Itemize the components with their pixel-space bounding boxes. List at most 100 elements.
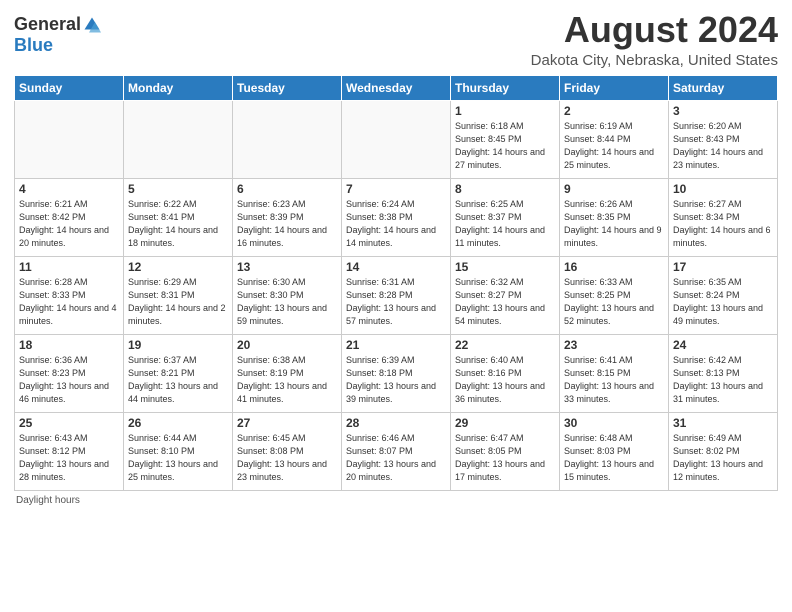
calendar-week-3: 18 Sunrise: 6:36 AMSunset: 8:23 PMDayligh… — [15, 334, 778, 412]
day-number: 19 — [128, 338, 228, 352]
day-info: Sunrise: 6:47 AMSunset: 8:05 PMDaylight:… — [455, 432, 555, 484]
day-info: Sunrise: 6:45 AMSunset: 8:08 PMDaylight:… — [237, 432, 337, 484]
day-info: Sunrise: 6:27 AMSunset: 8:34 PMDaylight:… — [673, 198, 773, 250]
calendar-cell: 17 Sunrise: 6:35 AMSunset: 8:24 PMDayligh… — [669, 256, 778, 334]
day-info: Sunrise: 6:32 AMSunset: 8:27 PMDaylight:… — [455, 276, 555, 328]
calendar-week-2: 11 Sunrise: 6:28 AMSunset: 8:33 PMDayligh… — [15, 256, 778, 334]
col-saturday: Saturday — [669, 75, 778, 100]
logo-icon — [83, 16, 101, 34]
calendar-cell — [342, 100, 451, 178]
col-wednesday: Wednesday — [342, 75, 451, 100]
day-number: 1 — [455, 104, 555, 118]
day-number: 7 — [346, 182, 446, 196]
day-number: 18 — [19, 338, 119, 352]
day-number: 17 — [673, 260, 773, 274]
day-info: Sunrise: 6:22 AMSunset: 8:41 PMDaylight:… — [128, 198, 228, 250]
col-tuesday: Tuesday — [233, 75, 342, 100]
day-number: 30 — [564, 416, 664, 430]
daylight-hours-label: Daylight hours — [16, 495, 80, 506]
calendar-cell: 16Sunrise: 6:33 AMSunset: 8:25 PMDayligh… — [560, 256, 669, 334]
day-number: 2 — [564, 104, 664, 118]
calendar-week-0: 1Sunrise: 6:18 AMSunset: 8:45 PMDaylight… — [15, 100, 778, 178]
footer: Daylight hours — [14, 495, 778, 506]
day-info: Sunrise: 6:41 AMSunset: 8:15 PMDaylight:… — [564, 354, 664, 406]
day-number: 11 — [19, 260, 119, 274]
day-number: 5 — [128, 182, 228, 196]
day-info: Sunrise: 6:40 AMSunset: 8:16 PMDaylight:… — [455, 354, 555, 406]
day-number: 9 — [564, 182, 664, 196]
calendar-cell: 6Sunrise: 6:23 AMSunset: 8:39 PMDaylight… — [233, 178, 342, 256]
day-number: 26 — [128, 416, 228, 430]
calendar-cell: 13 Sunrise: 6:30 AMSunset: 8:30 PMDayligh… — [233, 256, 342, 334]
day-info: Sunrise: 6:36 AMSunset: 8:23 PMDaylight:… — [19, 354, 119, 406]
day-number: 4 — [19, 182, 119, 196]
calendar-cell: 5 Sunrise: 6:22 AMSunset: 8:41 PMDaylight… — [124, 178, 233, 256]
day-info: Sunrise: 6:25 AMSunset: 8:37 PMDaylight:… — [455, 198, 555, 250]
calendar-week-4: 25Sunrise: 6:43 AMSunset: 8:12 PMDayligh… — [15, 412, 778, 490]
day-info: Sunrise: 6:33 AMSunset: 8:25 PMDaylight:… — [564, 276, 664, 328]
day-number: 15 — [455, 260, 555, 274]
calendar-cell: 19 Sunrise: 6:37 AMSunset: 8:21 PMDayligh… — [124, 334, 233, 412]
day-number: 27 — [237, 416, 337, 430]
day-info: Sunrise: 6:19 AMSunset: 8:44 PMDaylight:… — [564, 120, 664, 172]
calendar-cell: 14 Sunrise: 6:31 AMSunset: 8:28 PMDayligh… — [342, 256, 451, 334]
day-info: Sunrise: 6:26 AMSunset: 8:35 PMDaylight:… — [564, 198, 664, 250]
day-number: 13 — [237, 260, 337, 274]
day-info: Sunrise: 6:20 AMSunset: 8:43 PMDaylight:… — [673, 120, 773, 172]
day-number: 29 — [455, 416, 555, 430]
day-number: 24 — [673, 338, 773, 352]
day-info: Sunrise: 6:37 AMSunset: 8:21 PMDaylight:… — [128, 354, 228, 406]
col-thursday: Thursday — [451, 75, 560, 100]
day-info: Sunrise: 6:46 AMSunset: 8:07 PMDaylight:… — [346, 432, 446, 484]
calendar-cell: 30Sunrise: 6:48 AMSunset: 8:03 PMDayligh… — [560, 412, 669, 490]
col-sunday: Sunday — [15, 75, 124, 100]
calendar-week-1: 4Sunrise: 6:21 AMSunset: 8:42 PMDaylight… — [15, 178, 778, 256]
col-monday: Monday — [124, 75, 233, 100]
day-info: Sunrise: 6:29 AMSunset: 8:31 PMDaylight:… — [128, 276, 228, 328]
day-number: 3 — [673, 104, 773, 118]
calendar-cell: 3 Sunrise: 6:20 AMSunset: 8:43 PMDaylight… — [669, 100, 778, 178]
logo-general: General — [14, 14, 81, 35]
day-number: 6 — [237, 182, 337, 196]
calendar-cell: 24 Sunrise: 6:42 AMSunset: 8:13 PMDayligh… — [669, 334, 778, 412]
day-info: Sunrise: 6:24 AMSunset: 8:38 PMDaylight:… — [346, 198, 446, 250]
day-info: Sunrise: 6:38 AMSunset: 8:19 PMDaylight:… — [237, 354, 337, 406]
day-number: 21 — [346, 338, 446, 352]
calendar-cell: 27 Sunrise: 6:45 AMSunset: 8:08 PMDayligh… — [233, 412, 342, 490]
calendar-cell: 26 Sunrise: 6:44 AMSunset: 8:10 PMDayligh… — [124, 412, 233, 490]
calendar-cell — [15, 100, 124, 178]
calendar-cell: 23 Sunrise: 6:41 AMSunset: 8:15 PMDayligh… — [560, 334, 669, 412]
day-number: 28 — [346, 416, 446, 430]
calendar-cell: 20 Sunrise: 6:38 AMSunset: 8:19 PMDayligh… — [233, 334, 342, 412]
calendar-cell: 15 Sunrise: 6:32 AMSunset: 8:27 PMDayligh… — [451, 256, 560, 334]
logo-blue: Blue — [14, 35, 53, 55]
calendar-cell: 1Sunrise: 6:18 AMSunset: 8:45 PMDaylight… — [451, 100, 560, 178]
day-number: 14 — [346, 260, 446, 274]
calendar-cell: 8 Sunrise: 6:25 AMSunset: 8:37 PMDaylight… — [451, 178, 560, 256]
calendar-cell: 2 Sunrise: 6:19 AMSunset: 8:44 PMDaylight… — [560, 100, 669, 178]
day-info: Sunrise: 6:42 AMSunset: 8:13 PMDaylight:… — [673, 354, 773, 406]
day-number: 25 — [19, 416, 119, 430]
day-number: 20 — [237, 338, 337, 352]
col-friday: Friday — [560, 75, 669, 100]
day-info: Sunrise: 6:35 AMSunset: 8:24 PMDaylight:… — [673, 276, 773, 328]
calendar-cell: 29 Sunrise: 6:47 AMSunset: 8:05 PMDayligh… — [451, 412, 560, 490]
day-number: 23 — [564, 338, 664, 352]
day-info: Sunrise: 6:30 AMSunset: 8:30 PMDaylight:… — [237, 276, 337, 328]
logo: General Blue — [14, 14, 101, 56]
day-number: 22 — [455, 338, 555, 352]
calendar-cell: 10 Sunrise: 6:27 AMSunset: 8:34 PMDayligh… — [669, 178, 778, 256]
main-container: General Blue August 2024 Dakota City, Ne… — [0, 0, 792, 512]
location: Dakota City, Nebraska, United States — [531, 52, 778, 69]
calendar-header-row: Sunday Monday Tuesday Wednesday Thursday… — [15, 75, 778, 100]
day-info: Sunrise: 6:49 AMSunset: 8:02 PMDaylight:… — [673, 432, 773, 484]
day-info: Sunrise: 6:28 AMSunset: 8:33 PMDaylight:… — [19, 276, 119, 328]
day-info: Sunrise: 6:44 AMSunset: 8:10 PMDaylight:… — [128, 432, 228, 484]
month-title: August 2024 — [531, 10, 778, 50]
day-number: 8 — [455, 182, 555, 196]
calendar-cell — [233, 100, 342, 178]
title-block: August 2024 Dakota City, Nebraska, Unite… — [531, 10, 778, 69]
day-number: 10 — [673, 182, 773, 196]
calendar-cell: 4Sunrise: 6:21 AMSunset: 8:42 PMDaylight… — [15, 178, 124, 256]
day-info: Sunrise: 6:31 AMSunset: 8:28 PMDaylight:… — [346, 276, 446, 328]
